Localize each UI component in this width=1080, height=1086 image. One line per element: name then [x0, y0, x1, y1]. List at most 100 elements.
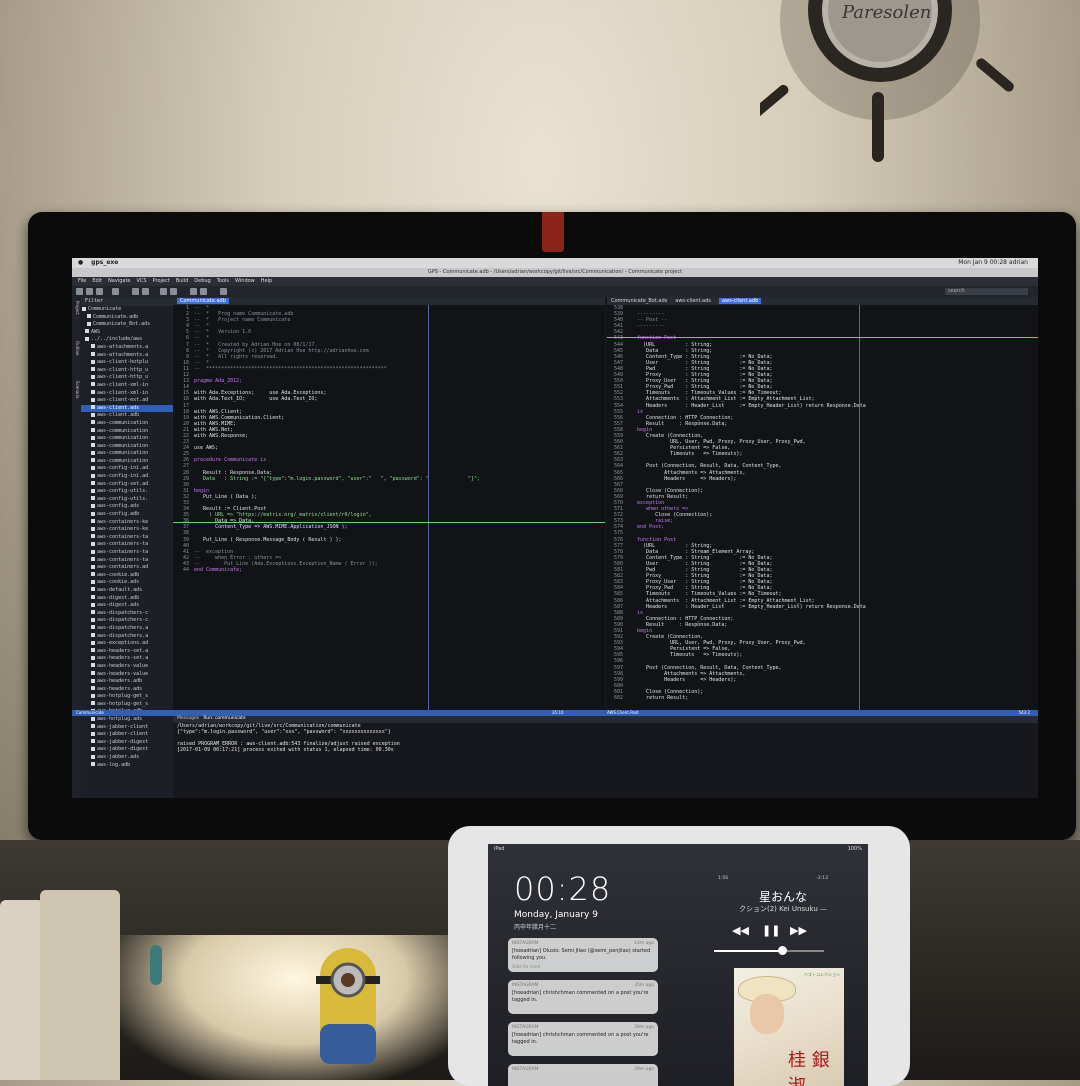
menu-item-navigate[interactable]: Navigate — [108, 278, 130, 284]
tree-item[interactable]: aws-client-xml-in — [81, 382, 173, 390]
tree-item[interactable]: aws-config.ads — [81, 503, 173, 511]
tree-item[interactable]: aws-client.adb — [81, 412, 173, 420]
tree-item[interactable]: aws-config-ini.ad — [81, 473, 173, 481]
tree-item[interactable]: aws-containers-ke — [81, 519, 173, 527]
right-code-area[interactable]: 538 539 --------- 540 -- Post -- 541 ------… — [607, 305, 1038, 710]
tree-item[interactable]: AWS — [81, 329, 173, 337]
tree-item[interactable]: aws-communication — [81, 450, 173, 458]
build-icon[interactable] — [160, 288, 167, 295]
tree-item[interactable]: aws-headers-set.a — [81, 655, 173, 663]
tree-item[interactable]: aws-dispatchers-c — [81, 617, 173, 625]
tree-item[interactable]: aws-digest.ads — [81, 602, 173, 610]
tree-item[interactable]: aws-containers-ta — [81, 549, 173, 557]
run-icon[interactable] — [170, 288, 177, 295]
next-track-icon[interactable]: ▶▶ — [790, 924, 807, 937]
code-line[interactable]: 44 end Communicate; — [173, 567, 605, 573]
volume-slider[interactable] — [714, 946, 824, 955]
notification-card[interactable]: INSTAGRAM 14m ago [hoeadrian] Olusio: Semi… — [508, 938, 658, 972]
tab-scenario[interactable]: Scenario — [73, 381, 80, 411]
left-editor[interactable]: Communicate.adb 1 -- * 2 -- * Prog name Com… — [173, 297, 605, 710]
tree-item[interactable]: aws-digest.adb — [81, 595, 173, 603]
tab-project[interactable]: Project — [73, 301, 80, 331]
open-file-icon[interactable] — [86, 288, 93, 295]
tree-item[interactable]: aws-client.ads — [81, 404, 173, 413]
previous-track-icon[interactable]: ◀◀ — [732, 924, 749, 937]
save-icon[interactable] — [96, 288, 103, 295]
tree-item[interactable]: aws-hotplug-get_s — [81, 701, 173, 709]
notification-card[interactable]: INSTAGRAM 39m ago — [508, 1064, 658, 1086]
tree-item[interactable]: aws-jabber.ads — [81, 754, 173, 762]
menu-item-tools[interactable]: Tools — [217, 278, 229, 284]
tree-item[interactable]: Communicate.adb — [81, 314, 173, 322]
tree-item[interactable]: aws-attachments.a — [81, 344, 173, 352]
tab-aws-client-adb[interactable]: aws-client.adb — [718, 298, 762, 304]
tree-item[interactable]: aws-config-ini.ad — [81, 465, 173, 473]
back-icon[interactable] — [132, 288, 139, 295]
tree-item[interactable]: aws-hotplug.ads — [81, 716, 173, 724]
tree-item[interactable]: aws-headers-value — [81, 671, 173, 679]
tree-item[interactable]: aws-containers-ke — [81, 526, 173, 534]
tab-messages[interactable]: Messages — [177, 716, 199, 721]
pause-icon[interactable]: ❚❚ — [762, 924, 780, 937]
tree-item[interactable]: aws-attachments.a — [81, 352, 173, 360]
tree-item[interactable]: aws-client-xml-in — [81, 390, 173, 398]
menu-item-window[interactable]: Window — [235, 278, 255, 284]
tree-item[interactable]: aws-communication — [81, 443, 173, 451]
tree-item[interactable]: aws-jabber-digest — [81, 746, 173, 754]
tree-item[interactable]: aws-dispatchers.a — [81, 633, 173, 641]
tree-item[interactable]: aws-jabber-client — [81, 724, 173, 732]
menu-item-help[interactable]: Help — [261, 278, 272, 284]
tree-item[interactable]: aws-config-utils. — [81, 488, 173, 496]
tree-item[interactable]: aws-containers.ad — [81, 564, 173, 572]
debug-icon[interactable] — [190, 288, 197, 295]
tree-item[interactable]: aws-client-http_u — [81, 367, 173, 375]
tab-communicate-bot-ads[interactable]: Communicate_Bot.ads — [611, 298, 667, 304]
menu-item-vcs[interactable]: VCS — [137, 278, 147, 284]
tree-item[interactable]: aws-containers-ta — [81, 541, 173, 549]
tree-item[interactable]: aws-default.ads — [81, 587, 173, 595]
tree-item[interactable]: aws-client-ext.ad — [81, 397, 173, 405]
tree-item[interactable]: Communicate — [81, 306, 173, 314]
menu-item-build[interactable]: Build — [176, 278, 189, 284]
tree-item[interactable]: aws-headers.adb — [81, 678, 173, 686]
left-code-area[interactable]: 1 -- * 2 -- * Prog name Communicate.adb 3 -- … — [173, 305, 605, 710]
tree-item[interactable]: aws-dispatchers.a — [81, 625, 173, 633]
tree-item[interactable]: aws-communication — [81, 420, 173, 428]
tab-communicate-adb[interactable]: Communicate.adb — [177, 298, 229, 304]
tree-item[interactable]: aws-config.adb — [81, 511, 173, 519]
menu-item-debug[interactable]: Debug — [194, 278, 210, 284]
tree-item[interactable]: aws-hotplug-get_s — [81, 693, 173, 701]
apple-icon[interactable]: ● — [78, 259, 83, 266]
new-file-icon[interactable] — [76, 288, 83, 295]
menubar-status[interactable]: Mon Jan 9 00:28 adrian — [958, 258, 1028, 268]
menu-item-file[interactable]: File — [78, 278, 86, 284]
menu-item-project[interactable]: Project — [153, 278, 170, 284]
tree-item[interactable]: ../../include/aws — [81, 336, 173, 344]
tree-item[interactable]: aws-communication — [81, 458, 173, 466]
tree-item[interactable]: aws-config-set.ad — [81, 481, 173, 489]
tree-filter-input[interactable]: Filter — [81, 297, 173, 306]
tree-item[interactable]: aws-dispatchers-c — [81, 610, 173, 618]
tree-item[interactable]: aws-cookie.adb — [81, 572, 173, 580]
tree-item[interactable]: aws-containers-ta — [81, 534, 173, 542]
tree-item[interactable]: aws-communication — [81, 435, 173, 443]
right-editor[interactable]: Communicate_Bot.ads aws-client.ads aws-cli… — [607, 297, 1038, 710]
step-icon[interactable] — [220, 288, 227, 295]
tree-item[interactable]: aws-config-utils. — [81, 496, 173, 504]
ipad-lock-screen[interactable]: iPad 100% 00:28 Monday, January 9 丙申年腊月十… — [488, 844, 868, 1086]
tree-item[interactable]: aws-communication — [81, 428, 173, 436]
tree-item[interactable]: aws-jabber-client — [81, 731, 173, 739]
tree-item[interactable]: Communicate_Bot.ads — [81, 321, 173, 329]
tree-item[interactable]: aws-headers-value — [81, 663, 173, 671]
search-input[interactable]: search — [945, 288, 1028, 295]
undo-icon[interactable] — [112, 288, 119, 295]
tree-item[interactable]: aws-cookie.ads — [81, 579, 173, 587]
tree-item[interactable]: aws-containers-ta — [81, 557, 173, 565]
tree-item[interactable]: aws-headers-set.a — [81, 648, 173, 656]
tree-item[interactable]: aws-client-http_u — [81, 374, 173, 382]
code-line[interactable]: 602 return Result; — [607, 695, 1038, 701]
tree-item[interactable]: aws-jabber-digest — [81, 739, 173, 747]
tree-item[interactable]: aws-exceptions.ad — [81, 640, 173, 648]
volume-knob[interactable] — [778, 946, 788, 955]
forward-icon[interactable] — [142, 288, 149, 295]
